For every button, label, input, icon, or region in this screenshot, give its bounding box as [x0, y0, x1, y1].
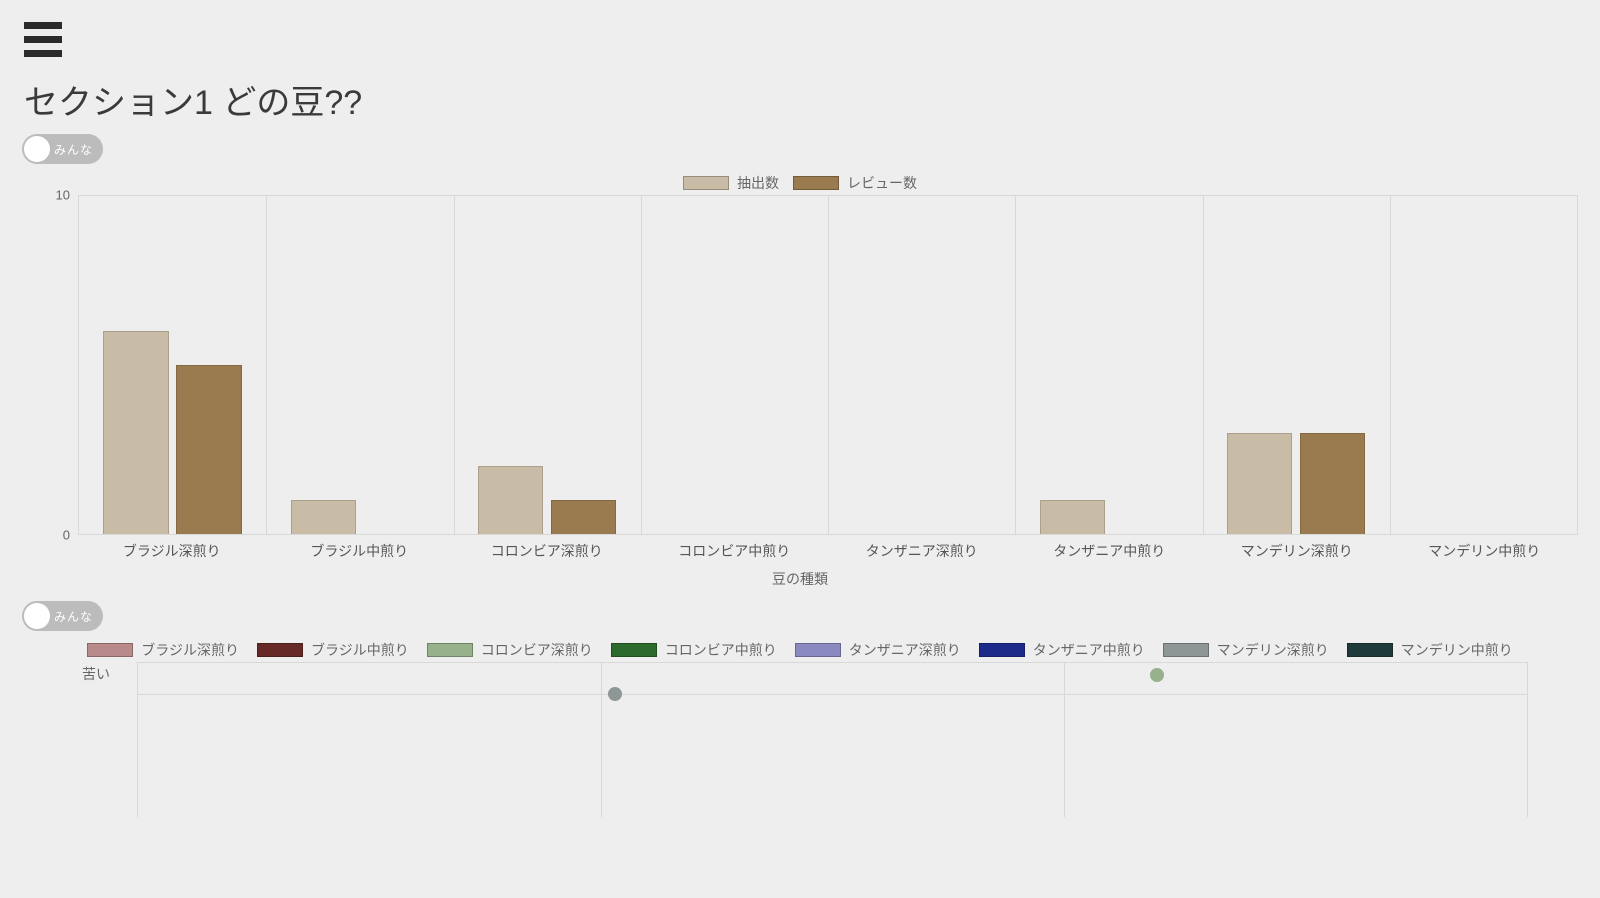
- legend-item[interactable]: 抽出数: [683, 173, 779, 193]
- toggle-knob: [24, 603, 50, 629]
- scatter-chart-plot: [137, 662, 1528, 817]
- category-label: マンデリン中煎り: [1391, 541, 1579, 561]
- bar-抽出数[interactable]: [1227, 433, 1293, 534]
- category-label: タンザニア中煎り: [1016, 541, 1204, 561]
- legend-item[interactable]: タンザニア深煎り: [795, 640, 961, 660]
- bar-chart-xlabel: 豆の種類: [0, 569, 1600, 589]
- bar-chart-categories: ブラジル深煎りブラジル中煎りコロンビア深煎りコロンビア中煎りタンザニア深煎りタン…: [78, 535, 1578, 561]
- bar-chart-plot: [78, 195, 1578, 535]
- category-label: コロンビア深煎り: [453, 541, 641, 561]
- legend-label: ブラジル中煎り: [311, 640, 409, 660]
- scatter-point[interactable]: [608, 687, 622, 701]
- bar-抽出数[interactable]: [103, 331, 169, 534]
- legend-label: コロンビア深煎り: [481, 640, 593, 660]
- legend-label: ブラジル深煎り: [141, 640, 239, 660]
- legend-label: コロンビア中煎り: [665, 640, 777, 660]
- category-label: ブラジル深煎り: [78, 541, 266, 561]
- legend-item[interactable]: レビュー数: [793, 173, 917, 193]
- category-label: マンデリン深煎り: [1203, 541, 1391, 561]
- toggle-label: みんな: [54, 141, 93, 158]
- legend-item[interactable]: タンザニア中煎り: [979, 640, 1145, 660]
- bar-chart-legend: 抽出数 レビュー数: [0, 173, 1600, 193]
- legend-label: マンデリン中煎り: [1401, 640, 1513, 660]
- toggle-knob: [24, 136, 50, 162]
- legend-label: マンデリン深煎り: [1217, 640, 1329, 660]
- bar-レビュー数[interactable]: [1300, 433, 1366, 534]
- legend-swatch: [1163, 643, 1209, 657]
- legend-swatch: [795, 643, 841, 657]
- bar-レビュー数[interactable]: [551, 500, 617, 534]
- audience-toggle[interactable]: みんな: [22, 134, 103, 164]
- legend-item[interactable]: ブラジル中煎り: [257, 640, 409, 660]
- y-tick: 10: [56, 188, 74, 203]
- legend-item[interactable]: コロンビア中煎り: [611, 640, 777, 660]
- scatter-point[interactable]: [1150, 668, 1164, 682]
- legend-swatch: [979, 643, 1025, 657]
- legend-swatch: [427, 643, 473, 657]
- category-label: ブラジル中煎り: [266, 541, 454, 561]
- bar-chart: 010: [22, 195, 1578, 535]
- legend-swatch: [683, 176, 729, 190]
- scatter-chart: 苦い: [22, 662, 1578, 817]
- y-tick: 0: [63, 528, 74, 543]
- page-title: セクション1 どの豆??: [24, 75, 1600, 124]
- scatter-chart-ytitle: 苦い: [82, 664, 110, 684]
- legend-item[interactable]: ブラジル深煎り: [87, 640, 239, 660]
- legend-swatch: [793, 176, 839, 190]
- legend-swatch: [87, 643, 133, 657]
- audience-toggle-2[interactable]: みんな: [22, 601, 103, 631]
- category-label: タンザニア深煎り: [828, 541, 1016, 561]
- bar-レビュー数[interactable]: [176, 365, 242, 534]
- legend-label: タンザニア深煎り: [849, 640, 961, 660]
- legend-label: 抽出数: [737, 173, 779, 193]
- legend-item[interactable]: マンデリン深煎り: [1163, 640, 1329, 660]
- category-label: コロンビア中煎り: [641, 541, 829, 561]
- legend-item[interactable]: マンデリン中煎り: [1347, 640, 1513, 660]
- legend-item[interactable]: コロンビア深煎り: [427, 640, 593, 660]
- toggle-label: みんな: [54, 608, 93, 625]
- legend-swatch: [1347, 643, 1393, 657]
- legend-label: タンザニア中煎り: [1033, 640, 1145, 660]
- bar-抽出数[interactable]: [478, 466, 544, 534]
- legend-swatch: [257, 643, 303, 657]
- hamburger-menu-icon[interactable]: [24, 22, 62, 57]
- scatter-chart-legend: ブラジル深煎り ブラジル中煎り コロンビア深煎り コロンビア中煎り タンザニア深煎り タン…: [0, 640, 1600, 660]
- bar-抽出数[interactable]: [1040, 500, 1106, 534]
- bar-抽出数[interactable]: [291, 500, 357, 534]
- legend-swatch: [611, 643, 657, 657]
- legend-label: レビュー数: [847, 173, 917, 193]
